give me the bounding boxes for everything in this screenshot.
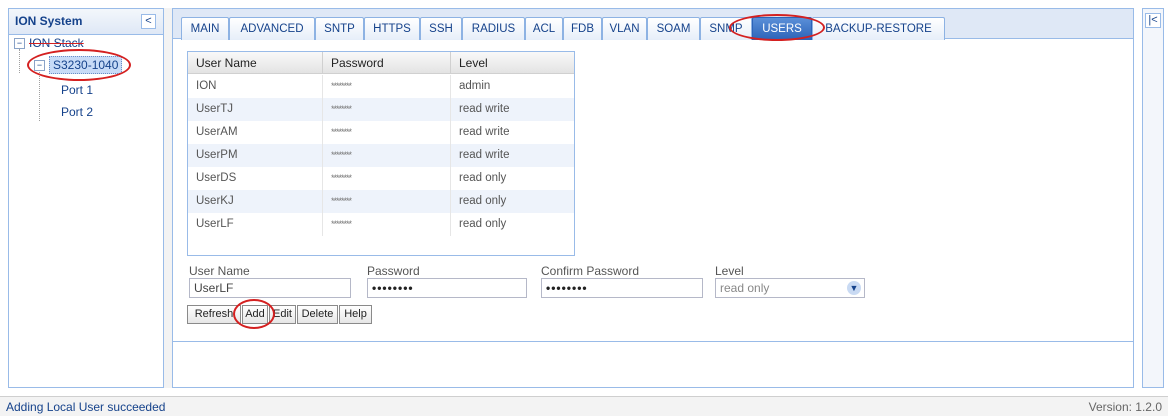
status-message: Adding Local User succeeded: [6, 400, 166, 414]
password-input[interactable]: ••••••••: [367, 278, 527, 298]
cell-level: read only: [459, 195, 507, 207]
tree-node-ion-stack[interactable]: − ION Stack: [14, 36, 84, 50]
tree-node-label: S3230-1040: [49, 56, 123, 74]
tab-main[interactable]: MAIN: [181, 17, 229, 40]
cell-user-name: UserTJ: [188, 98, 323, 121]
tab-ssh[interactable]: SSH: [420, 17, 462, 40]
tree-connector: [19, 49, 20, 73]
tab-soam[interactable]: SOAM: [647, 17, 700, 40]
cell-password: ********: [323, 98, 451, 121]
table-row[interactable]: UserPM ******** read write: [188, 144, 574, 167]
users-content: User Name Password Level ION ******** ad…: [181, 44, 911, 334]
cell-password: ********: [323, 75, 451, 98]
tab-advanced[interactable]: ADVANCED: [229, 17, 315, 40]
refresh-button[interactable]: Refresh: [187, 305, 241, 324]
tab-users[interactable]: USERS: [752, 17, 812, 40]
panel-splitter[interactable]: [164, 8, 172, 388]
table-row[interactable]: UserAM ******** read write: [188, 121, 574, 144]
collapse-node-icon[interactable]: −: [14, 38, 25, 50]
cell-password: ********: [323, 190, 451, 213]
cell-level: admin: [459, 80, 491, 92]
cell-user-name: UserDS: [188, 167, 323, 190]
table-row[interactable]: UserLF ******** read only: [188, 213, 574, 236]
level-select[interactable]: read only ▼: [715, 278, 865, 298]
status-bar: Adding Local User succeeded Version: 1.2…: [0, 396, 1168, 416]
cell-user-name: UserLF: [188, 213, 323, 236]
users-table: User Name Password Level ION ******** ad…: [187, 51, 575, 256]
column-header-user-name[interactable]: User Name: [188, 52, 323, 74]
password-label: Password: [367, 264, 420, 278]
collapse-left-icon[interactable]: <: [141, 14, 156, 29]
column-header-password[interactable]: Password: [323, 52, 451, 74]
table-row[interactable]: UserKJ ******** read only: [188, 190, 574, 213]
add-button[interactable]: Add: [242, 305, 268, 324]
cell-level: read only: [459, 218, 507, 230]
table-row[interactable]: ION ******** admin: [188, 75, 574, 98]
cell-password: ********: [323, 144, 451, 167]
cell-user-name: UserKJ: [188, 190, 323, 213]
confirm-password-label: Confirm Password: [541, 264, 640, 278]
tab-backup-restore[interactable]: BACKUP-RESTORE: [812, 17, 945, 40]
chevron-down-icon[interactable]: ▼: [847, 281, 861, 295]
tab-vlan[interactable]: VLAN: [602, 17, 647, 40]
main-panel: MAIN ADVANCED SNTP HTTPS SSH RADIUS ACL …: [172, 8, 1134, 388]
tree-panel-title: ION System: [15, 14, 83, 28]
cell-level: read write: [459, 149, 510, 161]
expand-right-icon[interactable]: |<: [1145, 13, 1161, 28]
cell-level: read write: [459, 126, 510, 138]
cell-user-name: ION: [188, 75, 323, 98]
help-button[interactable]: Help: [339, 305, 372, 324]
confirm-password-input[interactable]: ••••••••: [541, 278, 703, 298]
bottom-strip: [173, 341, 1133, 387]
user-name-input[interactable]: UserLF: [189, 278, 351, 298]
tab-bar: MAIN ADVANCED SNTP HTTPS SSH RADIUS ACL …: [173, 9, 1133, 41]
cell-level: read only: [459, 172, 507, 184]
cell-password: ********: [323, 121, 451, 144]
user-name-label: User Name: [189, 264, 250, 278]
tree-node-port-2[interactable]: Port 2: [61, 105, 93, 119]
tree-panel-header: ION System <: [9, 9, 163, 35]
system-tree-panel: ION System < − ION Stack − S3230-1040 Port…: [8, 8, 164, 388]
column-header-level[interactable]: Level: [451, 52, 574, 74]
tab-radius[interactable]: RADIUS: [462, 17, 525, 40]
collapse-node-icon[interactable]: −: [34, 60, 45, 72]
tab-fdb[interactable]: FDB: [563, 17, 602, 40]
tree-node-device[interactable]: − S3230-1040: [34, 56, 123, 74]
table-header: User Name Password Level: [188, 52, 574, 74]
edit-button[interactable]: Edit: [269, 305, 296, 324]
tab-snmp[interactable]: SNMP: [700, 17, 752, 40]
cell-level: read write: [459, 103, 510, 115]
table-row[interactable]: UserDS ******** read only: [188, 167, 574, 190]
cell-password: ********: [323, 167, 451, 190]
tree-node-port-1[interactable]: Port 1: [61, 83, 93, 97]
cell-user-name: UserPM: [188, 144, 323, 167]
tree-node-label: ION Stack: [29, 36, 84, 50]
right-collapsed-panel: |<: [1142, 8, 1164, 388]
level-select-value: read only: [720, 281, 770, 295]
cell-password: ********: [323, 213, 451, 236]
level-label: Level: [715, 264, 744, 278]
delete-button[interactable]: Delete: [297, 305, 338, 324]
table-row[interactable]: UserTJ ******** read write: [188, 98, 574, 121]
tree-connector: [39, 69, 40, 121]
tab-acl[interactable]: ACL: [525, 17, 563, 40]
tab-https[interactable]: HTTPS: [364, 17, 420, 40]
tab-sntp[interactable]: SNTP: [315, 17, 364, 40]
cell-user-name: UserAM: [188, 121, 323, 144]
version-label: Version: 1.2.0: [1088, 400, 1162, 414]
